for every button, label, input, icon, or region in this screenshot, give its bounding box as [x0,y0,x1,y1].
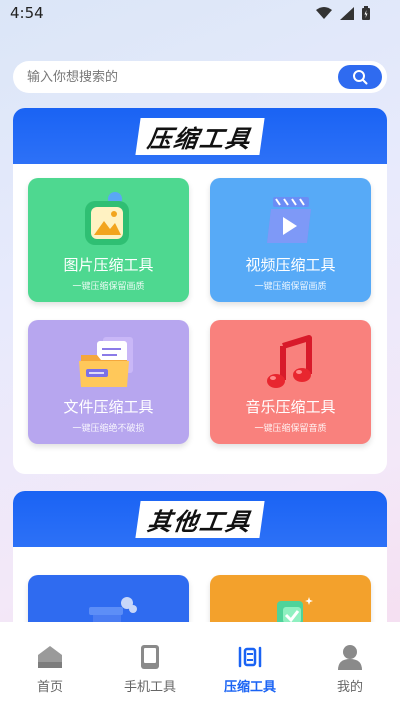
nav-label: 首页 [36,680,63,695]
nav-label: 手机工具 [123,680,176,695]
nav-compress-tools[interactable]: 压缩工具 [200,644,300,711]
nav-mine[interactable]: 我的 [300,644,400,711]
search-input[interactable] [13,61,338,93]
search-icon [353,70,368,85]
section-title: 压缩工具 [135,117,265,155]
folder-icon [74,332,144,392]
file-compress-card[interactable]: 文件压缩工具 一键压缩绝不破损 [28,320,189,444]
card-title: 音乐压缩工具 [245,398,336,416]
nav-label: 压缩工具 [223,680,276,695]
status-time: 4:54 [10,4,44,22]
wifi-icon [316,6,332,19]
music-compress-card[interactable]: 音乐压缩工具 一键压缩保留音质 [210,320,371,444]
card-title: 文件压缩工具 [63,398,154,416]
status-bar: 4:54 [0,0,400,30]
video-icon [256,190,326,250]
battery-icon [362,6,370,20]
card-title: 视频压缩工具 [245,256,336,274]
section-title: 其他工具 [135,500,265,538]
nav-phone-tools[interactable]: 手机工具 [100,644,200,711]
card-subtitle: 一键压缩保留音质 [254,424,327,434]
compress-tools-grid: 图片压缩工具 一键压缩保留画质 视频压缩工具 一键压缩保留画质 文件压缩工具 一… [28,178,372,444]
compress-tools-panel: 压缩工具 图片压缩工具 一键压缩保留画质 视频压缩工具 一键压缩保留画质 文件压… [13,108,387,474]
search-bar [13,61,387,93]
card-subtitle: 一键压缩绝不破损 [72,424,145,434]
card-title: 图片压缩工具 [63,256,154,274]
search-button[interactable] [338,65,382,89]
compress-icon [238,646,262,668]
image-icon [74,190,144,250]
status-icons [316,6,370,20]
other-tools-header: 其他工具 [13,491,387,547]
image-compress-card[interactable]: 图片压缩工具 一键压缩保留画质 [28,178,189,302]
video-compress-card[interactable]: 视频压缩工具 一键压缩保留画质 [210,178,371,302]
card-subtitle: 一键压缩保留画质 [72,282,145,292]
nav-label: 我的 [336,680,363,695]
phone-icon [141,645,159,669]
nav-home[interactable]: 首页 [0,644,100,711]
bottom-nav: 首页 手机工具 压缩工具 我的 [0,622,400,711]
card-subtitle: 一键压缩保留画质 [254,282,327,292]
music-note-icon [256,332,326,392]
compress-tools-header: 压缩工具 [13,108,387,164]
user-icon [338,645,362,670]
home-icon [38,646,62,668]
signal-icon [340,6,354,20]
